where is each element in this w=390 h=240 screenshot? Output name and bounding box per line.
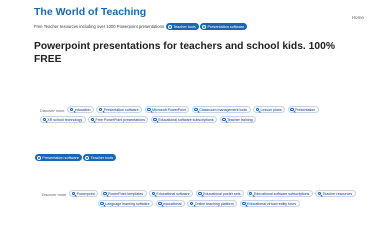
tag-label: Teacher tools xyxy=(90,155,114,160)
chip-label: Educational poster sets xyxy=(203,191,241,196)
search-icon xyxy=(100,201,104,206)
chip-label: Educational software xyxy=(156,191,190,196)
discover-chip[interactable]: Online teaching platform xyxy=(187,200,238,207)
chip-label: Presentation software xyxy=(103,107,139,112)
site-title[interactable]: The World of Teaching xyxy=(34,6,364,19)
tag-icon xyxy=(37,155,41,160)
discover-chip[interactable]: Powerpoint xyxy=(69,190,99,197)
chip-label: Teacher training xyxy=(227,117,253,122)
tag-icon xyxy=(202,24,207,29)
discover-chip[interactable]: Educational poster sets xyxy=(195,190,245,197)
tag-presentation-software[interactable]: Presentation software xyxy=(35,154,82,161)
chip-label: Educational virtual reality tours xyxy=(247,201,297,206)
chip-label: Educational software subscriptions xyxy=(253,191,310,196)
search-icon xyxy=(42,117,46,122)
search-icon xyxy=(151,191,155,196)
discover-more-block-1: Discover more education Presentation sof… xyxy=(40,106,360,126)
discover-chip[interactable]: Educational software subscriptions xyxy=(246,190,313,197)
tag-label: Teacher tools xyxy=(173,24,196,29)
chip-label: education xyxy=(74,107,91,112)
discover-more-label: Discover more xyxy=(40,108,65,113)
chip-label: PowerPoint templates xyxy=(108,191,143,196)
chip-label: Teacher resources xyxy=(322,191,353,196)
tag-label: Presentation software xyxy=(42,155,79,160)
site-subtitle-row: Free Teacher resources including over 10… xyxy=(34,23,249,30)
chip-label: Language learning software xyxy=(105,201,150,206)
search-icon xyxy=(158,201,162,206)
search-icon xyxy=(222,117,226,122)
discover-chip[interactable]: educational xyxy=(155,200,185,207)
search-icon xyxy=(147,107,151,112)
tag-teacher-tools[interactable]: Teacher tools xyxy=(83,154,117,161)
chip-label: Online teaching platform xyxy=(194,201,234,206)
tag-icon xyxy=(85,155,90,160)
site-subtitle: Free Teacher resources including over 10… xyxy=(34,24,165,29)
chip-label: Powerpoint xyxy=(76,191,95,196)
tag-icon xyxy=(168,24,173,29)
search-icon xyxy=(69,107,74,112)
search-icon xyxy=(242,201,246,206)
search-icon xyxy=(153,117,157,122)
chip-label: educational xyxy=(163,201,182,206)
tag-teacher-tools[interactable]: Teacher tools xyxy=(166,23,199,30)
discover-chip[interactable]: Teacher resources xyxy=(315,190,356,197)
page-headline: Powerpoint presentations for teachers an… xyxy=(34,41,335,65)
chip-label: Presentation xyxy=(295,107,316,112)
discover-chip[interactable]: Microsoft PowerPoint xyxy=(144,106,190,113)
search-icon xyxy=(249,191,253,196)
chip-label: Lesson plans xyxy=(260,107,282,112)
discover-chip[interactable]: Educational software subscriptions xyxy=(150,116,218,123)
discover-chip[interactable]: education xyxy=(67,106,94,113)
discover-chip[interactable]: Educational software xyxy=(149,190,194,197)
discover-chip[interactable]: Educational virtual reality tours xyxy=(239,200,300,207)
tag-presentation-software[interactable]: Presentation software xyxy=(200,23,248,30)
chip-label: XR school technology xyxy=(47,117,83,122)
discover-chip[interactable]: Presentation xyxy=(287,106,319,113)
discover-chip[interactable]: Lesson plans xyxy=(253,106,286,113)
site-header: The World of Teaching Home Free Teacher … xyxy=(34,6,364,30)
discover-chip[interactable]: Presentation software xyxy=(96,106,143,113)
chip-label: Microsoft PowerPoint xyxy=(152,107,186,112)
discover-chip[interactable]: Classroom management tools xyxy=(191,106,251,113)
chip-label: Educational software subscriptions xyxy=(158,117,214,122)
discover-chip[interactable]: XR school technology xyxy=(40,116,86,123)
discover-chip[interactable]: Language learning software xyxy=(97,200,154,207)
search-icon xyxy=(189,201,194,206)
search-icon xyxy=(317,191,322,196)
search-icon xyxy=(98,107,103,112)
discover-chip[interactable]: PowerPoint templates xyxy=(100,190,147,197)
search-icon xyxy=(290,107,294,112)
discover-chip[interactable]: Teacher training xyxy=(219,116,257,123)
article-tags: Presentation software Teacher tools xyxy=(35,154,118,161)
chip-label: Classroom management tools xyxy=(199,107,248,112)
discover-chip[interactable]: Free PowerPoint presentations xyxy=(88,116,149,123)
search-icon xyxy=(198,191,202,196)
tag-label: Presentation software xyxy=(207,24,245,29)
search-icon xyxy=(90,117,95,122)
nav-home-link[interactable]: Home xyxy=(352,15,364,20)
discover-more-block-2: Discover more Powerpoint PowerPoint temp… xyxy=(40,190,360,210)
chip-label: Free PowerPoint presentations xyxy=(95,117,145,122)
search-icon xyxy=(194,107,198,112)
discover-more-label: Discover more xyxy=(41,192,67,197)
search-icon xyxy=(71,191,76,196)
search-icon xyxy=(103,191,107,196)
search-icon xyxy=(255,107,259,112)
